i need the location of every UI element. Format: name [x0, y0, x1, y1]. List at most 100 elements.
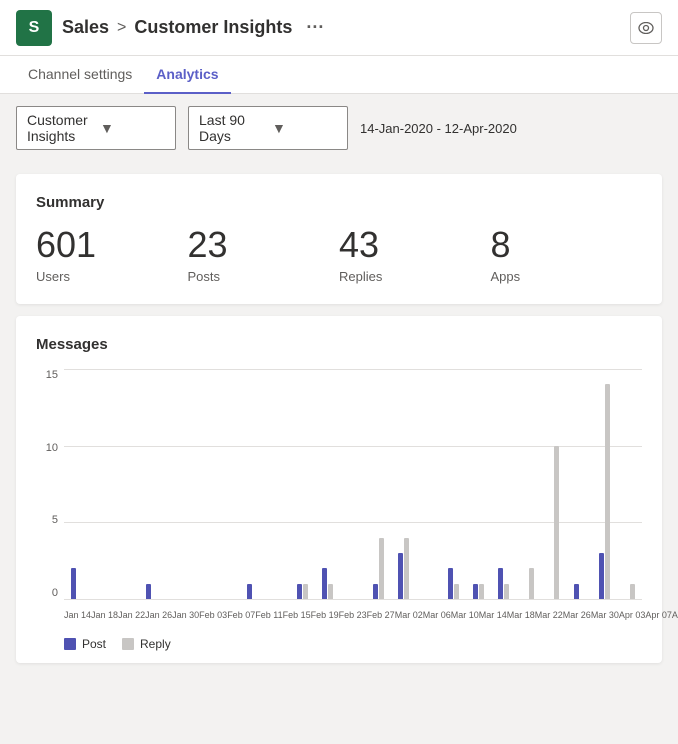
bar-group — [541, 369, 566, 599]
x-label: Mar 10 — [451, 610, 479, 620]
summary-card: Summary 601 Users 23 Posts 43 Replies 8 … — [16, 174, 662, 304]
y-label-10: 10 — [46, 442, 58, 454]
messages-card: Messages 15 10 5 0 — [16, 316, 662, 663]
bar-group — [139, 369, 164, 599]
x-label: Jan 30 — [172, 610, 199, 620]
x-label: Mar 06 — [423, 610, 451, 620]
bar-post — [146, 584, 151, 599]
bar-group — [265, 369, 290, 599]
chevron-down-icon: ▼ — [272, 120, 337, 136]
tab-bar: Channel settings Analytics — [0, 56, 678, 94]
x-label: Feb 07 — [227, 610, 255, 620]
summary-item-apps: 8 Apps — [491, 227, 643, 284]
bar-group — [567, 369, 592, 599]
bar-reply — [454, 584, 459, 599]
toolbar: Customer Insights ▼ Last 90 Days ▼ 14-Ja… — [0, 94, 678, 162]
x-label: Mar 02 — [395, 610, 423, 620]
bar-group — [491, 369, 516, 599]
bar-reply — [379, 538, 384, 599]
bar-post — [448, 568, 453, 599]
customer-insights-dropdown[interactable]: Customer Insights ▼ — [16, 106, 176, 150]
bar-group — [240, 369, 265, 599]
replies-label: Replies — [339, 269, 491, 284]
legend-reply-label: Reply — [140, 637, 171, 651]
bar-group — [366, 369, 391, 599]
x-label: Jan 26 — [145, 610, 172, 620]
bar-post — [373, 584, 378, 599]
x-axis: Jan 14Jan 18Jan 22Jan 26Jan 30Feb 03Feb … — [64, 601, 642, 629]
posts-label: Posts — [188, 269, 340, 284]
grid-line-0 — [64, 599, 642, 600]
avatar: S — [16, 10, 52, 46]
breadcrumb-root: Sales — [62, 17, 109, 38]
bar-post — [473, 584, 478, 599]
legend-post: Post — [64, 637, 106, 651]
date-range-dropdown[interactable]: Last 90 Days ▼ — [188, 106, 348, 150]
dropdown-label: Last 90 Days — [199, 112, 264, 144]
bar-group — [441, 369, 466, 599]
x-label: Feb 03 — [199, 610, 227, 620]
bar-group — [114, 369, 139, 599]
x-label: Mar 22 — [535, 610, 563, 620]
bar-group — [215, 369, 240, 599]
bar-group — [391, 369, 416, 599]
breadcrumb: Sales > Customer Insights ··· — [62, 15, 330, 40]
y-label-0: 0 — [52, 587, 58, 599]
y-label-5: 5 — [52, 514, 58, 526]
x-label: Apr 11 — [672, 610, 678, 620]
bar-post — [599, 553, 604, 599]
bar-group — [315, 369, 340, 599]
bar-reply — [554, 446, 559, 599]
breadcrumb-separator: > — [117, 19, 126, 37]
legend-reply: Reply — [122, 637, 171, 651]
bar-group — [165, 369, 190, 599]
bar-reply — [303, 584, 308, 599]
bar-post — [322, 568, 327, 599]
bar-reply — [404, 538, 409, 599]
summary-item-users: 601 Users — [36, 227, 188, 284]
view-toggle-button[interactable] — [630, 12, 662, 44]
date-range-display: 14-Jan-2020 - 12-Apr-2020 — [360, 121, 517, 136]
tab-channel-settings[interactable]: Channel settings — [16, 56, 144, 94]
bar-reply — [504, 584, 509, 599]
posts-count: 23 — [188, 227, 340, 263]
header-left: S Sales > Customer Insights ··· — [16, 10, 330, 46]
legend-post-box — [64, 638, 76, 650]
chart-area: 15 10 5 0 Jan 14Jan 18Jan 22Jan 26Jan 30… — [36, 369, 642, 629]
tab-analytics[interactable]: Analytics — [144, 56, 230, 94]
bar-group — [89, 369, 114, 599]
x-label: Jan 22 — [118, 610, 145, 620]
bar-group — [64, 369, 89, 599]
x-label: Feb 23 — [339, 610, 367, 620]
more-options-button[interactable]: ··· — [300, 15, 330, 40]
summary-grid: 601 Users 23 Posts 43 Replies 8 Apps — [36, 227, 642, 284]
legend-post-label: Post — [82, 637, 106, 651]
chevron-down-icon: ▼ — [100, 120, 165, 136]
users-count: 601 — [36, 227, 188, 263]
bar-post — [297, 584, 302, 599]
bar-reply — [328, 584, 333, 599]
bar-group — [290, 369, 315, 599]
bar-post — [398, 553, 403, 599]
x-label: Feb 19 — [311, 610, 339, 620]
x-label: Mar 30 — [591, 610, 619, 620]
bar-reply — [479, 584, 484, 599]
bars-container — [64, 369, 642, 599]
users-label: Users — [36, 269, 188, 284]
x-label: Jan 18 — [91, 610, 118, 620]
chart-body — [64, 369, 642, 599]
apps-label: Apps — [491, 269, 643, 284]
bar-group — [190, 369, 215, 599]
bar-group — [340, 369, 365, 599]
dropdown-label: Customer Insights — [27, 112, 92, 144]
bar-post — [498, 568, 503, 599]
bar-post — [71, 568, 76, 599]
x-label: Feb 15 — [283, 610, 311, 620]
bar-reply — [605, 384, 610, 599]
summary-item-replies: 43 Replies — [339, 227, 491, 284]
x-label: Apr 07 — [645, 610, 672, 620]
legend-reply-box — [122, 638, 134, 650]
app-header: S Sales > Customer Insights ··· — [0, 0, 678, 56]
y-label-15: 15 — [46, 369, 58, 381]
bar-reply — [630, 584, 635, 599]
